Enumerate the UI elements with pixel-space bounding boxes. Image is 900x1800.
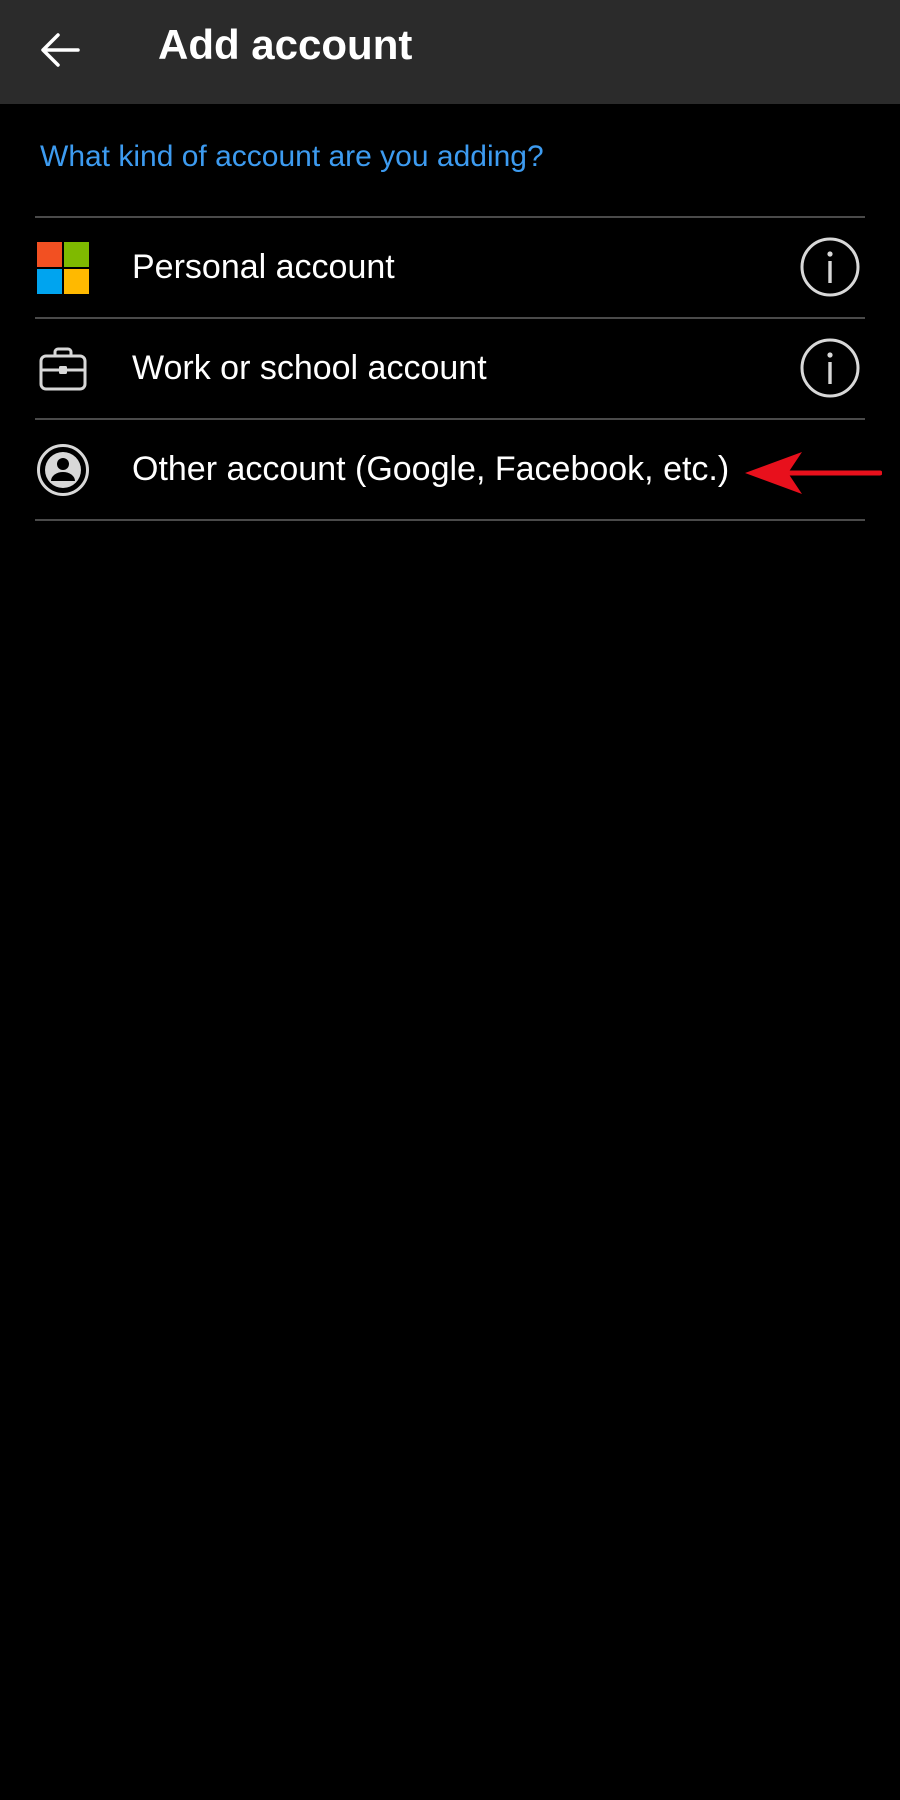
account-type-prompt: What kind of account are you adding?	[40, 140, 544, 173]
info-circle-icon	[800, 338, 860, 398]
personal-account-option[interactable]: Personal account	[35, 218, 865, 317]
other-account-option[interactable]: Other account (Google, Facebook, etc.)	[35, 420, 865, 519]
annotation-arrow-icon	[745, 452, 882, 494]
work-school-account-info-button[interactable]	[799, 337, 861, 399]
work-school-account-label: Work or school account	[132, 349, 487, 387]
account-type-list: Personal account Work or school account	[35, 216, 865, 521]
microsoft-logo-icon	[35, 240, 91, 296]
personal-account-info-button[interactable]	[799, 236, 861, 298]
personal-account-label: Personal account	[132, 248, 395, 286]
briefcase-icon	[35, 341, 91, 397]
app-bar: Add account	[0, 0, 900, 104]
back-button[interactable]	[20, 10, 100, 90]
other-account-label: Other account (Google, Facebook, etc.)	[132, 450, 730, 488]
divider	[35, 519, 865, 521]
info-circle-icon	[800, 237, 860, 297]
person-circle-icon	[35, 442, 91, 498]
work-school-account-option[interactable]: Work or school account	[35, 319, 865, 418]
page-title: Add account	[158, 21, 413, 68]
arrow-left-icon	[41, 33, 80, 67]
